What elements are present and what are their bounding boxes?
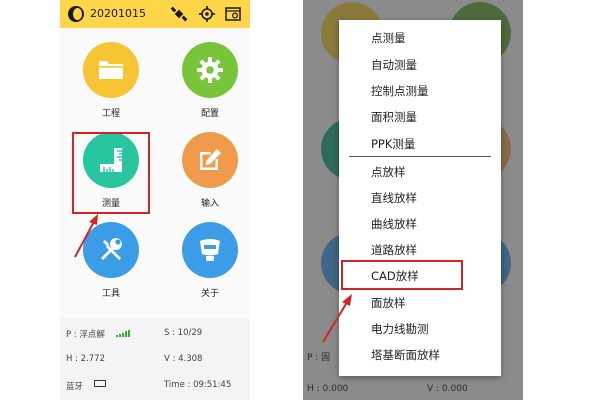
gps-target-icon[interactable] (198, 5, 216, 23)
receiver-icon (200, 239, 220, 261)
status-panel: P : 浮点解 S : 10/29 H : 2.772 V : 4.308 蓝牙… (60, 318, 250, 400)
app-input[interactable]: 输入 (167, 118, 247, 209)
menu-item-road-stakeout[interactable]: 道路放样 (371, 242, 417, 258)
menu-item-power-line-survey[interactable]: 电力线勘测 (371, 321, 429, 337)
edit-icon (200, 149, 221, 170)
top-bar: 20201015 (60, 0, 250, 28)
cad-stakeout-highlight-box (341, 260, 463, 290)
menu-item-control-point-survey[interactable]: 控制点测量 (371, 83, 429, 99)
menu-divider (349, 156, 491, 157)
time-readout: Time : 09:51:45 (164, 380, 232, 390)
dimmed-horizontal-precision: H : 0.000 (307, 384, 349, 394)
bluetooth-label: 蓝牙 (66, 382, 84, 392)
pointer-arrow-icon (322, 294, 352, 343)
app-label: 关于 (200, 289, 219, 299)
project-name: 20201015 (90, 7, 146, 20)
menu-item-auto-survey[interactable]: 自动测量 (371, 57, 417, 73)
menu-item-ppk-survey[interactable]: PPK测量 (371, 136, 415, 152)
survey-highlight-box (72, 132, 150, 214)
app-project[interactable]: 工程 (68, 28, 148, 119)
project-logo-icon (68, 6, 84, 22)
screenshot-stage: 20201015 工程 配置 测量 输入 工具 关于 P: 浮点解 S: 1… (0, 0, 600, 400)
app-grid: 工程 配置 测量 输入 工具 关于 (60, 28, 250, 320)
gear-icon (197, 57, 223, 83)
battery-icon (94, 380, 106, 387)
app-config[interactable]: 配置 (167, 28, 247, 119)
survey-menu-screen: P : 固 H : 0.000 V : 0.000 点测量 自动测量 控制点测量… (303, 0, 523, 400)
pointer-arrow-icon (74, 214, 98, 258)
settings-panel-icon[interactable] (224, 5, 242, 23)
satellite-count: S : 10/29 (164, 328, 203, 338)
menu-item-tower-section-stakeout[interactable]: 塔基断面放样 (371, 347, 440, 363)
menu-item-surface-stakeout[interactable]: 面放样 (371, 295, 406, 311)
horizontal-precision: H : 2.772 (66, 354, 105, 364)
menu-item-curve-stakeout[interactable]: 曲线放样 (371, 216, 417, 232)
app-label: 工具 (101, 289, 120, 299)
survey-popup-menu: 点测量 自动测量 控制点测量 面积测量 PPK测量 点放样 直线放样 曲线放样 … (339, 20, 501, 376)
menu-item-point-survey[interactable]: 点测量 (371, 30, 406, 46)
menu-item-area-survey[interactable]: 面积测量 (371, 109, 417, 125)
folder-icon (99, 61, 123, 79)
main-screen: 20201015 工程 配置 测量 输入 工具 关于 P: 浮点解 S: 1… (60, 0, 250, 400)
dimmed-position-status: P : 固 (307, 353, 331, 363)
satellite-icon[interactable] (170, 5, 188, 23)
menu-item-point-stakeout[interactable]: 点放样 (371, 164, 406, 180)
position-status: P : 浮点解 (66, 330, 105, 340)
vertical-precision: V : 4.308 (164, 354, 203, 364)
app-about[interactable]: 关于 (167, 208, 247, 299)
signal-strength-icon (116, 330, 130, 337)
dimmed-vertical-precision: V : 0.000 (427, 384, 468, 394)
menu-item-line-stakeout[interactable]: 直线放样 (371, 190, 417, 206)
